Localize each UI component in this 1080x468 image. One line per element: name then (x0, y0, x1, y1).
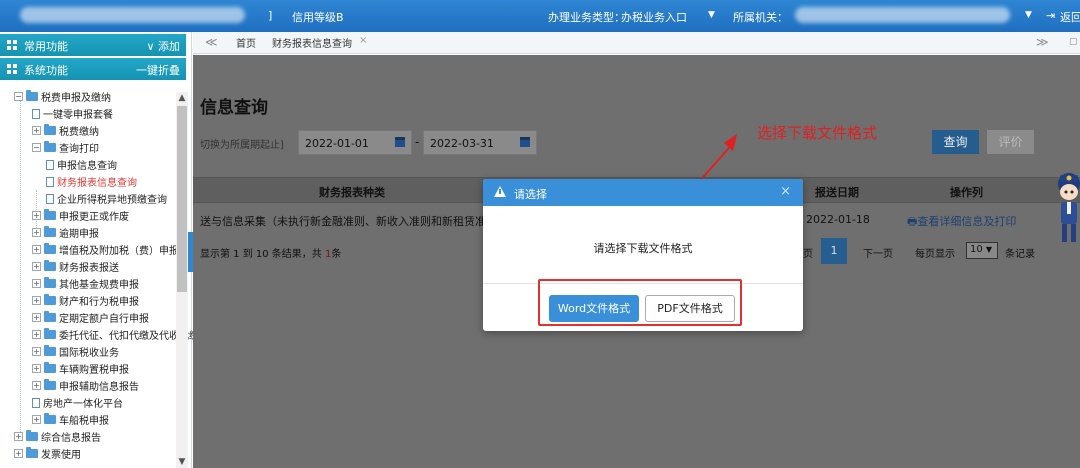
word-format-button[interactable]: Word文件格式 (549, 295, 639, 322)
dialog-message: 请选择下载文件格式 (593, 242, 693, 255)
dialog-title: 请选择 (514, 188, 547, 201)
pdf-format-button[interactable]: PDF文件格式 (645, 295, 735, 322)
warning-icon (494, 186, 506, 197)
dialog-close-icon[interactable]: × (780, 184, 791, 199)
dialog-header: 请选择 × (483, 179, 803, 206)
mascot-icon[interactable] (1055, 170, 1080, 245)
